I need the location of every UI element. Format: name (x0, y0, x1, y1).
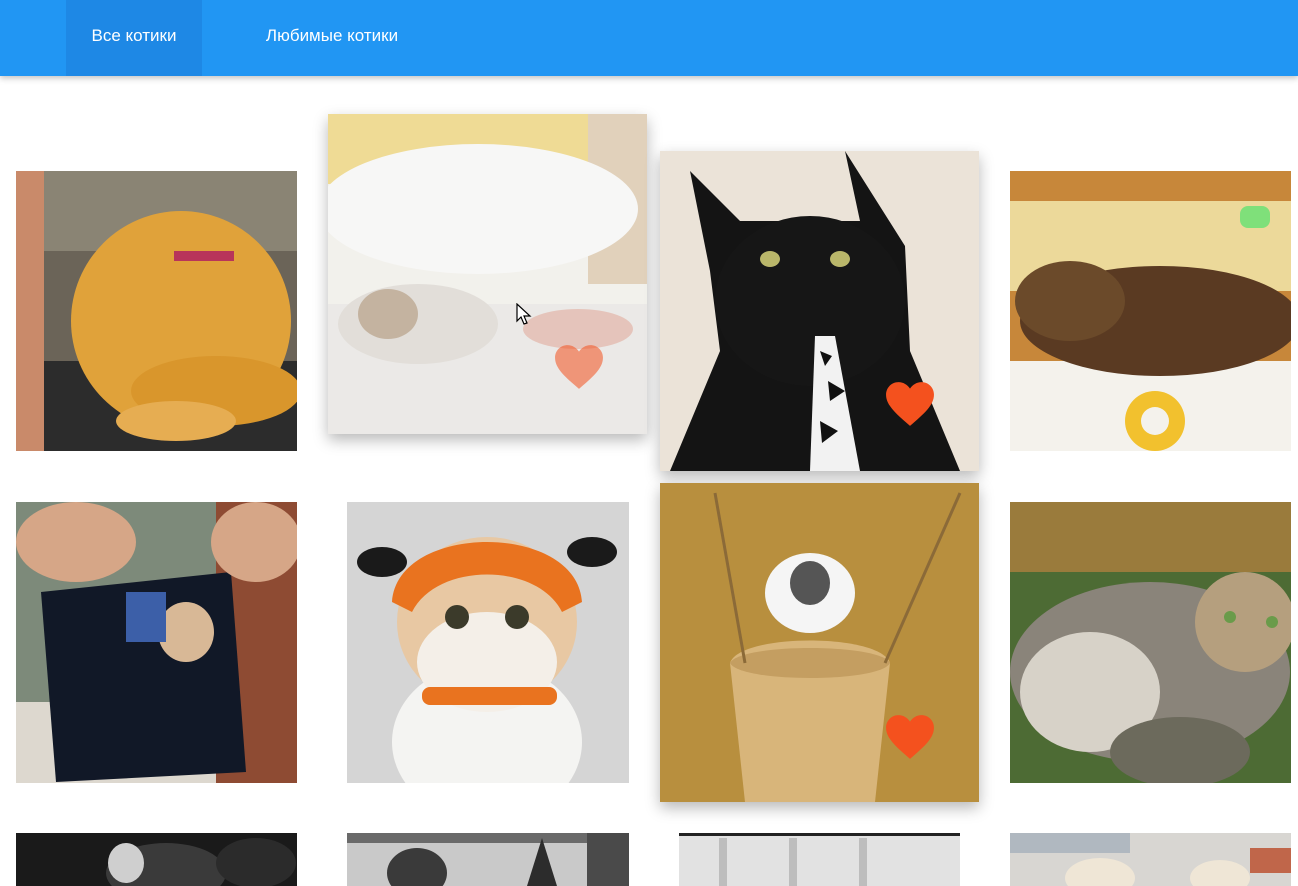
cat-photo (347, 502, 629, 783)
cat-card-orange-cat[interactable] (16, 171, 297, 451)
cat-photo (16, 833, 297, 886)
top-navbar: Все котики Любимые котики (0, 0, 1298, 76)
cat-photo (1010, 833, 1291, 886)
cat-card-cat-in-pumpkin-hat[interactable] (347, 502, 629, 783)
cat-photo (679, 833, 960, 886)
cat-photo (16, 502, 297, 783)
cat-card-black-cat-in-tie[interactable] (660, 151, 979, 471)
favorite-heart-icon[interactable] (885, 381, 935, 427)
tab-all-cats[interactable]: Все котики (66, 0, 202, 76)
cat-card-siamese-kittens[interactable] (1010, 833, 1291, 886)
cat-photo (347, 833, 629, 886)
cat-card-black-white-cat[interactable] (16, 833, 297, 886)
cat-card-kitten-bw-photo[interactable] (347, 833, 629, 886)
cat-photo (1010, 502, 1291, 783)
cat-card-brown-cat-sleeping[interactable] (1010, 171, 1291, 451)
favorite-heart-icon[interactable] (885, 714, 935, 760)
cat-card-cat-gray-photo[interactable] (679, 833, 960, 886)
tab-favorite-cats[interactable]: Любимые котики (240, 0, 424, 76)
cat-card-kitten-in-basket[interactable] (660, 483, 979, 802)
cat-photo (1010, 171, 1291, 451)
cat-photo (16, 171, 297, 451)
favorite-heart-icon[interactable] (554, 344, 604, 390)
cat-card-fluffy-tabby-cat[interactable] (1010, 502, 1291, 783)
cat-card-white-cat-under-pillow[interactable] (328, 114, 647, 434)
cat-card-kitten-in-backpack[interactable] (16, 502, 297, 783)
